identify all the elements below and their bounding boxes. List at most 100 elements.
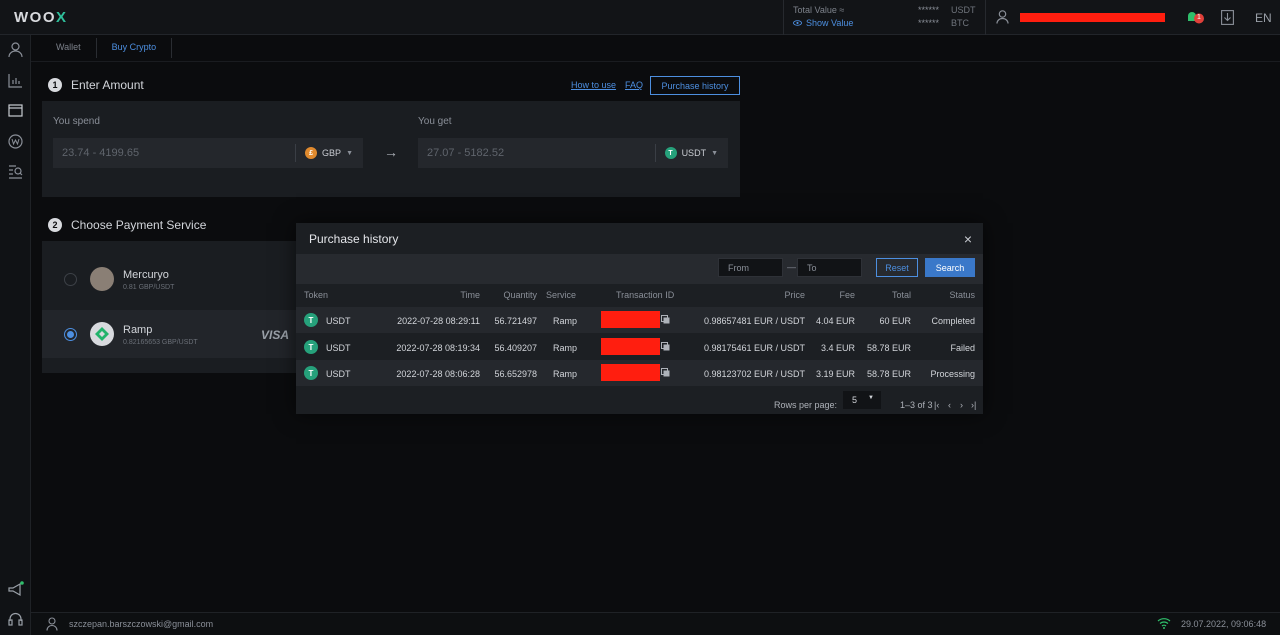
table-row[interactable]: T USDT 2022-07-28 08:06:28 56.652978 Ram… [296,360,983,386]
copy-icon[interactable] [661,368,670,377]
divider [31,61,1280,62]
cell-time: 2022-07-28 08:19:34 [396,343,480,353]
rows-per-page-label: Rows per page: [774,400,838,410]
balance-currency: BTC [951,18,970,28]
close-icon[interactable]: × [964,231,972,247]
notification-count: 1 [1197,14,1201,21]
datetime: 29.07.2022, 09:06:48 [1181,619,1267,629]
tether-coin-icon: T [304,313,318,327]
get-placeholder: 27.07 - 5182.52 [427,147,505,159]
column-header: Price [784,290,805,300]
radio-button[interactable] [64,273,77,286]
date-separator: — [787,262,796,272]
column-header: Quantity [503,290,537,300]
tab-wallet[interactable]: Wallet [41,38,97,58]
cell-quantity: 56.409207 [494,343,537,353]
cell-status: Processing [930,369,975,379]
chart-icon[interactable] [7,72,24,89]
cell-fee: 3.19 EUR [815,369,855,379]
modal-title: Purchase history [309,232,399,246]
announcement-icon[interactable] [7,581,24,598]
balances: ****** USDT ****** BTC [918,4,979,30]
table-row[interactable]: T USDT 2022-07-28 08:29:11 56.721497 Ram… [296,307,983,333]
redacted-transaction-id [601,311,660,328]
date-filter-bar: From — To Reset Search [296,254,983,284]
next-page-icon[interactable]: › [960,400,963,410]
show-value-toggle[interactable]: Show Value [793,18,853,28]
payment-name: Mercuryo [123,269,169,281]
status-bar: szczepan.barszczowski@gmail.com 29.07.20… [31,612,1280,635]
copy-icon[interactable] [661,342,670,351]
tether-coin-icon: T [304,366,318,380]
column-header: Total [891,290,911,300]
step-title: Enter Amount [71,78,144,92]
get-currency-select[interactable]: T USDT ▼ [654,144,728,162]
cell-price: 0.98123702 EUR / USDT [703,369,805,379]
arrow-right-icon: → [384,144,398,160]
top-bar: WOOX Total Value ≈ Show Value ****** USDT… [0,0,1280,35]
balance-masked: ****** [918,5,940,15]
payment-option-mercuryo[interactable]: Mercuryo 0.81 GBP/USDT [42,255,296,303]
from-date-input[interactable]: From [718,258,783,277]
user-menu[interactable] [985,0,1170,35]
purchase-history-button[interactable]: Purchase history [650,76,740,95]
chevron-down-icon: ▼ [346,149,353,157]
mercuryo-logo-icon [90,267,114,291]
cell-quantity: 56.721497 [494,316,537,326]
payment-option-ramp[interactable]: Ramp 0.82165653 GBP/USDT VISA [42,310,296,358]
ramp-logo-icon [90,322,114,346]
cell-total: 58.78 EUR [866,369,911,379]
language-selector[interactable]: EN [1255,11,1272,25]
cell-token: USDT [326,343,351,353]
search-list-icon[interactable] [7,163,24,180]
spend-currency-select[interactable]: £ GBP ▼ [295,144,363,162]
spend-currency: GBP [322,148,342,158]
support-headset-icon[interactable] [7,611,24,628]
account-icon[interactable] [7,41,24,58]
notifications-button[interactable]: 1 [1185,10,1205,30]
rows-per-page-select[interactable]: 5 ▼ [843,391,881,409]
first-page-icon[interactable]: |‹ [934,400,939,410]
cell-quantity: 56.652978 [494,369,537,379]
radio-button-selected[interactable] [64,328,77,341]
step-choose-payment: 2 Choose Payment Service [48,218,206,232]
wallet-icon[interactable] [7,102,24,119]
search-button[interactable]: Search [925,258,975,277]
prev-page-icon[interactable]: ‹ [948,400,951,410]
table-row[interactable]: T USDT 2022-07-28 08:19:34 56.409207 Ram… [296,334,983,360]
download-button[interactable] [1221,10,1234,30]
step-number: 1 [48,78,62,92]
cell-time: 2022-07-28 08:29:11 [397,316,480,326]
column-header: Status [949,290,975,300]
pagination-range: 1–3 of 3 [900,400,933,410]
cell-service: Ramp [553,343,578,353]
cell-service: Ramp [553,369,578,379]
woox-logo[interactable]: WOOX [14,9,68,26]
redacted-username [1020,13,1165,22]
spend-input[interactable]: 23.74 - 4199.65 £ GBP ▼ [53,138,363,168]
column-header: Time [460,290,480,300]
you-spend-label: You spend [53,116,100,127]
reset-button[interactable]: Reset [876,258,918,277]
woo-token-icon[interactable] [7,133,24,150]
to-date-input[interactable]: To [797,258,862,277]
get-input[interactable]: 27.07 - 5182.52 T USDT ▼ [418,138,728,168]
how-to-use-link[interactable]: How to use [571,80,616,90]
cell-total: 60 EUR [879,316,911,326]
payment-rate: 0.82165653 GBP/USDT [123,339,198,346]
cell-time: 2022-07-28 08:06:28 [396,369,480,379]
total-value: Total Value ≈ Show Value [783,0,853,35]
faq-link[interactable]: FAQ [625,80,643,90]
eye-icon [793,20,802,26]
copy-icon[interactable] [661,315,670,324]
payment-rate: 0.81 GBP/USDT [123,284,175,291]
gbp-coin-icon: £ [305,147,318,159]
payment-name: Ramp [123,324,153,336]
cell-price: 0.98657481 EUR / USDT [703,316,805,326]
cell-service: Ramp [553,316,578,326]
last-page-icon[interactable]: ›| [971,400,976,410]
tab-buy-crypto[interactable]: Buy Crypto [97,38,173,58]
column-header: Fee [839,290,855,300]
user-icon [46,617,58,631]
step-number: 2 [48,218,62,232]
